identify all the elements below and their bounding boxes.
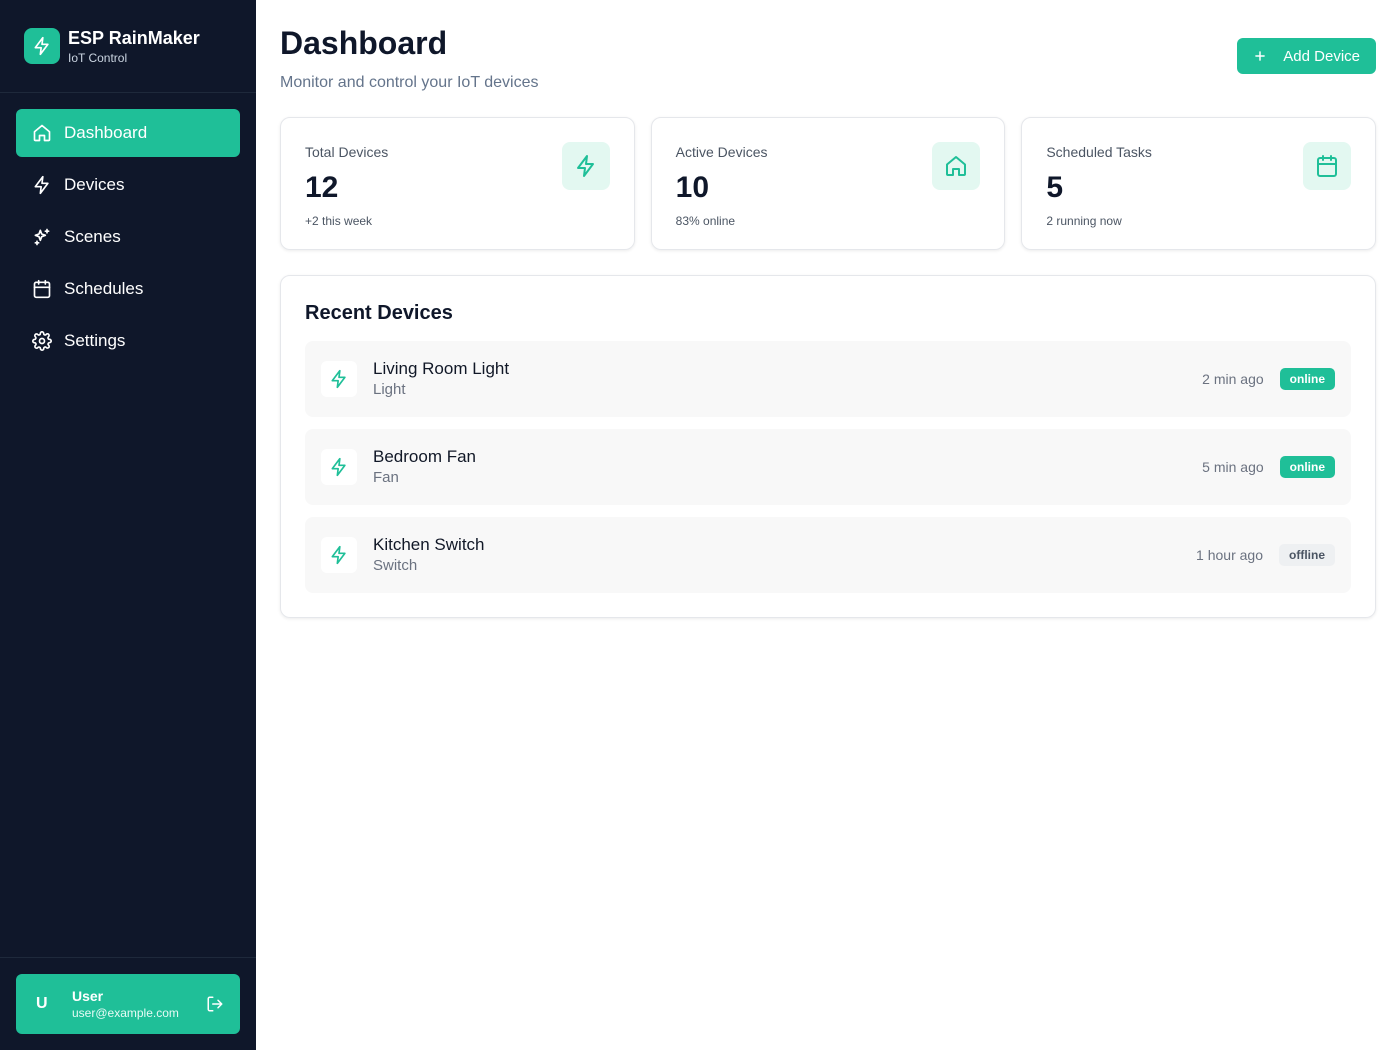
home-icon: [32, 123, 52, 143]
stat-card-scheduled-tasks: Scheduled Tasks 5 2 running now: [1021, 117, 1377, 250]
zap-icon: [321, 361, 357, 397]
home-icon: [932, 142, 981, 190]
zap-icon: [321, 537, 357, 573]
device-last-seen: 2 min ago: [1202, 371, 1264, 387]
list-item[interactable]: Kitchen Switch Switch 1 hour ago offline: [305, 517, 1351, 593]
sidebar-item-dashboard[interactable]: Dashboard: [16, 109, 240, 157]
recent-devices-panel: Recent Devices Living Room Light Light 2…: [280, 275, 1376, 618]
sidebar-item-devices[interactable]: Devices: [16, 161, 240, 209]
device-name: Bedroom Fan: [373, 447, 476, 466]
brand: ESP RainMaker IoT Control: [0, 0, 256, 93]
user-email: user@example.com: [72, 1006, 179, 1020]
calendar-icon: [1303, 142, 1352, 190]
sidebar-item-schedules[interactable]: Schedules: [16, 265, 240, 313]
page-title: Dashboard: [280, 25, 448, 61]
status-badge: online: [1279, 456, 1335, 478]
user-card[interactable]: U User user@example.com: [16, 974, 240, 1034]
avatar: U: [36, 995, 48, 1012]
device-type: Switch: [373, 557, 418, 574]
stat-card-total-devices: Total Devices 12 +2 this week: [280, 117, 635, 250]
calendar-icon: [32, 279, 52, 299]
main-content: Dashboard Monitor and control your IoT d…: [256, 0, 1400, 1050]
device-last-seen: 5 min ago: [1202, 459, 1264, 475]
sidebar: ESP RainMaker IoT Control Dashboard Devi…: [0, 0, 256, 1050]
plus-icon: [1253, 49, 1267, 63]
page-subtitle: Monitor and control your IoT devices: [280, 74, 539, 91]
add-device-label: Add Device: [1283, 47, 1360, 65]
logout-icon[interactable]: [206, 995, 224, 1013]
page-header: Dashboard Monitor and control your IoT d…: [280, 24, 1376, 92]
brand-subtitle: IoT Control: [68, 50, 128, 65]
user-name: User: [72, 988, 104, 1004]
sidebar-item-settings[interactable]: Settings: [16, 317, 240, 365]
add-device-button[interactable]: Add Device: [1237, 38, 1376, 74]
zap-icon: [561, 142, 610, 190]
device-name: Kitchen Switch: [373, 535, 485, 554]
stat-note: +2 this week: [305, 214, 373, 228]
device-type: Light: [373, 381, 406, 398]
sparkles-icon: [32, 227, 52, 247]
zap-icon: [321, 449, 357, 485]
brand-title: ESP RainMaker: [68, 27, 200, 48]
stat-note: 2 running now: [1046, 214, 1122, 228]
sidebar-nav: Dashboard Devices Scenes Schedules Setti…: [0, 93, 256, 957]
zap-icon: [24, 28, 60, 64]
sidebar-item-scenes[interactable]: Scenes: [16, 213, 240, 261]
stat-card-active-devices: Active Devices 10 83% online: [650, 117, 1006, 250]
device-name: Living Room Light: [373, 359, 510, 378]
sidebar-item-label: Devices: [64, 175, 125, 194]
app-root: ESP RainMaker IoT Control Dashboard Devi…: [0, 0, 1400, 1050]
sidebar-item-label: Settings: [64, 331, 126, 350]
zap-icon: [32, 175, 52, 195]
status-badge: offline: [1279, 544, 1335, 566]
recent-devices-title: Recent Devices: [305, 302, 453, 324]
stat-note: 83% online: [675, 214, 736, 228]
device-type: Fan: [373, 469, 399, 486]
status-badge: online: [1279, 368, 1335, 390]
gear-icon: [32, 331, 52, 351]
device-last-seen: 1 hour ago: [1196, 547, 1263, 563]
stats-row: Total Devices 12 +2 this week Active Dev…: [280, 117, 1377, 250]
list-item[interactable]: Living Room Light Light 2 min ago online: [305, 341, 1351, 417]
sidebar-item-label: Scenes: [64, 227, 121, 246]
list-item[interactable]: Bedroom Fan Fan 5 min ago online: [305, 429, 1351, 505]
sidebar-item-label: Schedules: [64, 279, 144, 298]
user-area: U User user@example.com: [0, 957, 256, 1050]
sidebar-item-label: Dashboard: [64, 123, 148, 142]
